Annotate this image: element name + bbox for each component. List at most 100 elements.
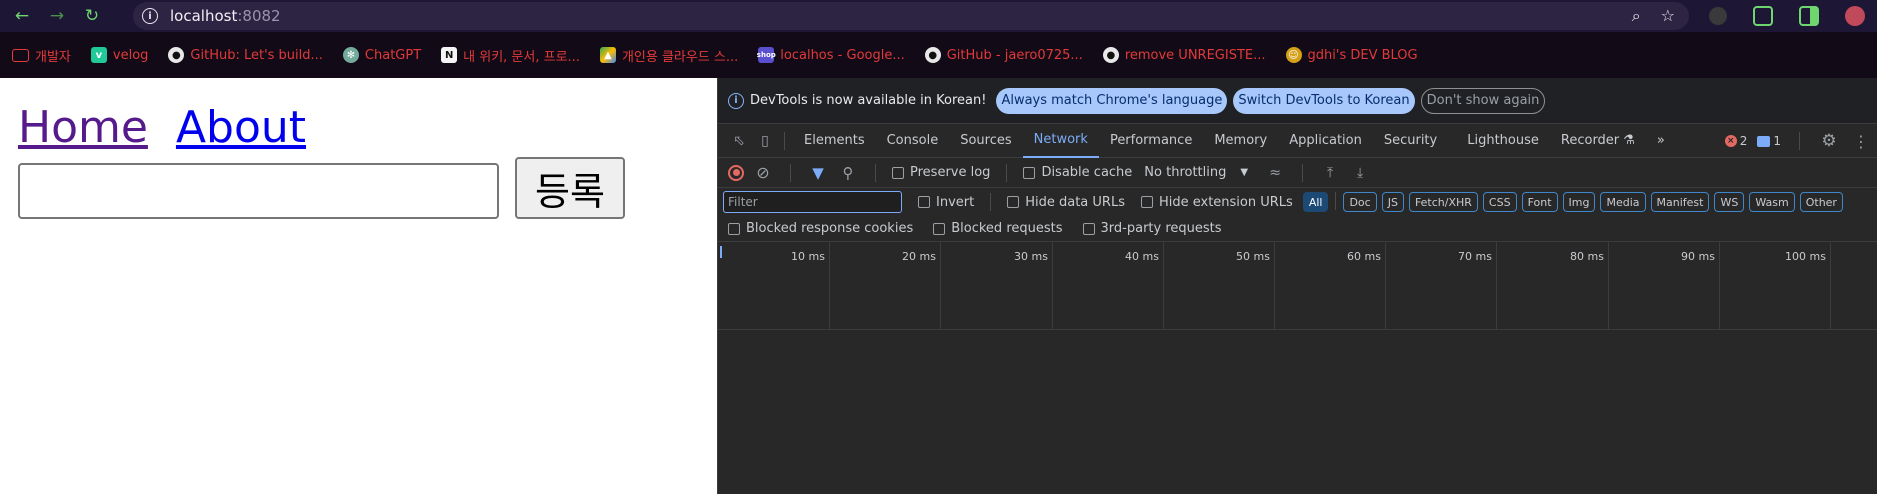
network-overview-timeline[interactable]: 10 ms 20 ms 30 ms 40 ms 50 ms 60 ms 70 ms 80 ms… — [718, 242, 1877, 330]
network-controls: ⊘ ▼ ⚲ Preserve log Disable cache No thro… — [718, 158, 1877, 188]
type-filter-css[interactable]: CSS — [1482, 192, 1517, 212]
back-button[interactable]: ← — [9, 3, 35, 29]
network-filter-bar: Filter Invert Hide data URLs Hide extens… — [718, 188, 1877, 216]
type-filter-wasm[interactable]: Wasm — [1749, 192, 1795, 212]
shop-icon: shop — [757, 47, 776, 63]
zoom-icon[interactable]: ⌕ — [1632, 6, 1641, 26]
more-tabs-button[interactable]: » — [1646, 124, 1676, 158]
bookmark-blog[interactable]: ☺ gdhi's DEV BLOG — [1285, 47, 1418, 63]
tab-console[interactable]: Console — [876, 124, 950, 158]
checkbox-box — [1023, 166, 1036, 179]
tab-security[interactable]: Security — [1373, 124, 1448, 158]
web-page: Home About 등록 — [0, 78, 717, 494]
type-filter-doc[interactable]: Doc — [1343, 192, 1377, 212]
message-count-badge[interactable]: 1 — [1757, 134, 1781, 148]
timeline-tick-label: 100 ms — [1785, 250, 1826, 263]
reload-icon: ↻ — [84, 6, 100, 26]
blocked-requests-label: Blocked requests — [951, 221, 1063, 236]
tab-recorder[interactable]: Recorder ⚗ — [1550, 124, 1646, 158]
bookmark-folder-dev[interactable]: 개발자 — [12, 46, 71, 65]
divider — [990, 193, 992, 211]
bookmark-label: 개인용 클라우드 스... — [621, 49, 739, 65]
bookmark-label: velog — [112, 47, 149, 63]
bookmark-drive[interactable]: ▲ 개인용 클라우드 스... — [599, 46, 739, 65]
about-link[interactable]: About — [176, 102, 306, 153]
record-stop-button[interactable] — [728, 164, 744, 181]
invert-checkbox[interactable]: Invert — [918, 195, 974, 210]
type-filter-media[interactable]: Media — [1600, 192, 1646, 212]
bookmark-localhost-google[interactable]: shop localhos - Google... — [757, 47, 905, 63]
type-filter-all[interactable]: All — [1302, 192, 1329, 212]
bookmark-chatgpt[interactable]: ✻ ChatGPT — [342, 47, 421, 63]
type-filter-img[interactable]: Img — [1562, 192, 1596, 212]
tab-memory[interactable]: Memory — [1203, 124, 1278, 158]
timeline-gridline — [1608, 242, 1609, 330]
home-link[interactable]: Home — [18, 102, 148, 153]
inspect-element-icon[interactable]: ⬁ — [728, 130, 750, 152]
search-icon[interactable]: ⚲ — [837, 162, 859, 184]
extensions-puzzle-icon[interactable] — [1753, 6, 1773, 26]
throttling-select[interactable]: No throttling ▼ — [1144, 165, 1248, 180]
type-filter-fetch-xhr[interactable]: Fetch/XHR — [1408, 192, 1478, 212]
bookmark-github-2[interactable]: ● GitHub - jaero0725... — [924, 47, 1083, 63]
hide-extension-urls-checkbox[interactable]: Hide extension URLs — [1140, 195, 1293, 210]
type-filter-manifest[interactable]: Manifest — [1650, 192, 1710, 212]
dont-show-again-button[interactable]: Don't show again — [1420, 87, 1546, 114]
tab-sources[interactable]: Sources — [949, 124, 1022, 158]
chevron-down-icon: ▼ — [1240, 167, 1249, 178]
forward-button[interactable]: → — [44, 3, 70, 29]
export-har-icon[interactable]: ⤓ — [1349, 162, 1371, 184]
bookmark-github-3[interactable]: ● remove UNREGISTE... — [1102, 47, 1266, 63]
url-port: :8082 — [237, 7, 281, 25]
bookmark-github-1[interactable]: ● GitHub: Let's build... — [168, 47, 323, 63]
error-count-badge[interactable]: × 2 — [1724, 134, 1747, 148]
address-bar[interactable]: i localhost:8082 ⌕ ☆ — [133, 2, 1689, 30]
bookmarks-bar: 개발자 v velog ● GitHub: Let's build... ✻ Chat… — [0, 32, 1877, 78]
type-filter-font[interactable]: Font — [1521, 192, 1558, 212]
folder-icon — [12, 48, 29, 62]
extension-face-icon[interactable] — [1709, 7, 1727, 25]
switch-to-korean-button[interactable]: Switch DevTools to Korean — [1233, 87, 1415, 114]
profile-avatar[interactable] — [1845, 6, 1865, 26]
network-conditions-icon[interactable]: ≈ — [1264, 162, 1286, 184]
side-panel-icon[interactable] — [1799, 6, 1819, 26]
more-options-icon[interactable]: ⋮ — [1850, 130, 1872, 152]
type-filter-js[interactable]: JS — [1381, 192, 1404, 212]
type-filter-other[interactable]: Other — [1799, 192, 1843, 212]
register-button[interactable]: 등록 — [515, 157, 625, 219]
reload-button[interactable]: ↻ — [79, 3, 105, 29]
filter-input[interactable]: Filter — [723, 191, 902, 213]
tab-network[interactable]: Network — [1022, 124, 1099, 158]
divider — [1302, 163, 1304, 182]
bookmark-label: localhos - Google... — [780, 47, 905, 63]
blocked-requests-checkbox[interactable]: Blocked requests — [933, 221, 1063, 236]
hide-data-urls-label: Hide data URLs — [1025, 194, 1125, 210]
preserve-log-checkbox[interactable]: Preserve log — [892, 165, 990, 180]
tab-application[interactable]: Application — [1278, 124, 1373, 158]
timeline-tick-label: 60 ms — [1347, 250, 1381, 263]
site-info-icon[interactable]: i — [142, 8, 158, 24]
tab-elements[interactable]: Elements — [793, 124, 876, 158]
gear-icon[interactable]: ⚙ — [1818, 130, 1840, 152]
bookmark-label: GitHub - jaero0725... — [946, 47, 1083, 63]
bookmark-star-icon[interactable]: ☆ — [1661, 6, 1675, 26]
bookmark-velog[interactable]: v velog — [90, 47, 149, 63]
always-match-language-button[interactable]: Always match Chrome's language — [996, 87, 1228, 114]
third-party-requests-checkbox[interactable]: 3rd-party requests — [1082, 221, 1222, 236]
tab-performance[interactable]: Performance — [1099, 124, 1203, 158]
disable-cache-checkbox[interactable]: Disable cache — [1023, 165, 1132, 180]
hide-data-urls-checkbox[interactable]: Hide data URLs — [1007, 195, 1125, 210]
bookmark-notion[interactable]: N 내 위키, 문서, 프로... — [441, 46, 580, 65]
import-har-icon[interactable]: ⤒ — [1319, 162, 1341, 184]
type-filter-ws[interactable]: WS — [1714, 192, 1745, 212]
devtools-tabbar: ⬁ ▯ Elements Console Sources Network Per… — [718, 124, 1877, 158]
clear-icon[interactable]: ⊘ — [752, 162, 774, 184]
throttling-value: No throttling — [1144, 165, 1227, 180]
blocked-response-cookies-checkbox[interactable]: Blocked response cookies — [728, 221, 913, 236]
tab-lighthouse[interactable]: Lighthouse — [1456, 124, 1550, 158]
device-toolbar-icon[interactable]: ▯ — [754, 130, 776, 152]
timeline-gridline — [940, 242, 941, 330]
filter-funnel-icon[interactable]: ▼ — [807, 162, 829, 184]
url-text: localhost:8082 — [170, 7, 281, 25]
text-input[interactable] — [18, 163, 499, 219]
